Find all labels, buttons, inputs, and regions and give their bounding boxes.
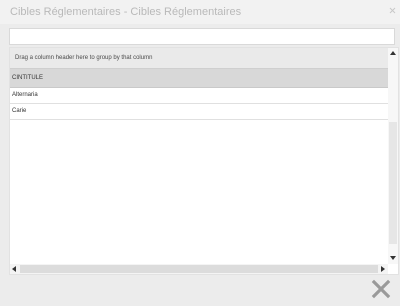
- table-row[interactable]: Alternaria: [10, 88, 388, 104]
- data-grid: Drag a column header here to group by th…: [9, 47, 399, 275]
- scroll-up-arrow-icon[interactable]: [390, 51, 396, 55]
- scroll-down-arrow-icon[interactable]: [390, 256, 396, 260]
- vertical-scroll-thumb[interactable]: [389, 122, 397, 244]
- close-x-icon[interactable]: [370, 278, 392, 300]
- column-header-label: CINTITULE: [12, 75, 44, 81]
- horizontal-scrollbar[interactable]: [10, 264, 388, 274]
- table-cell: Carie: [12, 108, 27, 114]
- vertical-scrollbar[interactable]: [388, 48, 398, 264]
- search-input[interactable]: [9, 28, 395, 45]
- horizontal-scroll-thumb[interactable]: [20, 265, 378, 273]
- scroll-left-arrow-icon[interactable]: [12, 266, 16, 272]
- title-bar: Cibles Réglementaires - Cibles Réglement…: [0, 0, 400, 24]
- group-by-panel[interactable]: Drag a column header here to group by th…: [10, 48, 388, 68]
- window-title: Cibles Réglementaires - Cibles Réglement…: [10, 6, 242, 18]
- column-header-cintitule[interactable]: CINTITULE: [10, 68, 388, 88]
- close-icon[interactable]: [389, 7, 396, 14]
- table-cell: Alternaria: [12, 92, 38, 98]
- group-by-hint: Drag a column header here to group by th…: [15, 55, 153, 61]
- scroll-right-arrow-icon[interactable]: [381, 266, 385, 272]
- table-row[interactable]: Carie: [10, 104, 388, 120]
